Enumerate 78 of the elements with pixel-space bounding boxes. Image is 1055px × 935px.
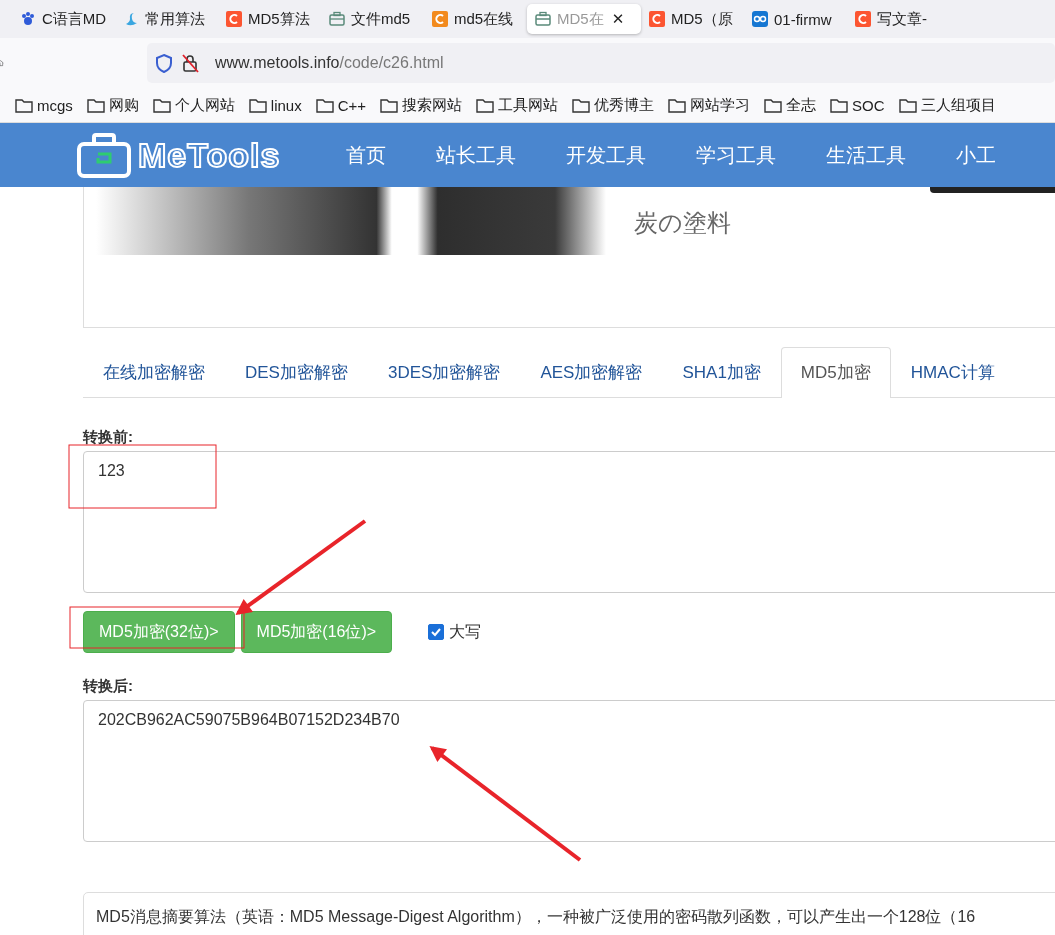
tab[interactable]: AES加密解密 [520,347,663,397]
nav-link[interactable]: 生活工具 [826,141,907,169]
browser-tab[interactable]: md5在线 [424,4,527,34]
tab[interactable]: DES加密解密 [225,347,368,397]
close-icon[interactable]: ✕ [611,10,625,28]
folder-icon [248,97,267,113]
address-bar[interactable]: www.metools.info/code/c26.html [147,43,1055,83]
folder-icon [764,97,783,113]
tab-title: 写文章- [877,9,927,29]
folder-icon [86,97,105,113]
folder-icon [830,97,849,113]
output-textarea[interactable]: 202CB962AC59075B964B07152D234B70 [83,700,1055,842]
infinity-icon [752,11,768,27]
paw-icon [20,11,36,27]
logo-text: MeTools [138,135,281,175]
browser-tab[interactable]: 文件md5 [321,4,424,34]
folder-icon [898,97,917,113]
folder-icon [315,97,334,113]
folder-icon [668,97,687,113]
browser-tab[interactable]: 常用算法 [115,4,218,34]
bookmark-item[interactable]: SOC [830,96,885,114]
bookmark-item[interactable]: 优秀博主 [572,95,655,115]
folder-icon [152,97,171,113]
nav-link[interactable]: 小工 [956,141,997,169]
tab[interactable]: HMAC计算 [890,347,1015,397]
description-text: MD5消息摘要算法（英语：MD5 Message-Digest Algorithm），一种被广泛使用的密码散列函数，可以产生出一个128位（16 [96,908,976,925]
folder-icon [476,97,495,113]
folder-icon [15,97,33,113]
browser-tab[interactable]: C语言MD [12,4,115,34]
tab-title: MD5算法 [248,9,310,29]
bookmark-item[interactable]: 工具网站 [476,95,559,115]
ad-caption: 炭の塗料 [634,208,731,238]
c-logo-icon [855,11,871,27]
shield-icon [155,53,173,73]
browser-tab[interactable]: MD5（原 [641,4,744,34]
toolbox-logo-icon [76,132,132,178]
bookmark-item[interactable]: 网购 [86,95,139,115]
nav-link[interactable]: 学习工具 [696,141,777,169]
input-textarea[interactable]: 123 [83,451,1055,593]
nav-link[interactable]: 站长工具 [436,141,517,169]
tab-title: 01-firmw [774,10,832,28]
tab[interactable]: 3DES加密解密 [367,347,521,397]
crossed-lock-icon [181,53,199,73]
bookmark-item[interactable]: 个人网站 [152,95,235,115]
url-text: www.metools.info/code/c26.html [215,54,444,72]
browser-tab[interactable]: 写文章- [847,4,950,34]
c-logo-icon [432,11,448,27]
tab-title: md5在线 [454,9,514,29]
bookmark-item[interactable]: mcgs [15,96,73,114]
tab-title: MD5在 [557,9,604,29]
bookmark-item[interactable]: 三人组项目 [898,95,996,115]
checkbox[interactable] [428,624,445,640]
tab[interactable]: 在线加密解密 [83,347,225,397]
tab[interactable]: MD5加密 [780,347,891,398]
nav-link[interactable]: 开发工具 [566,141,647,169]
browser-tab[interactable]: 01-firmw [744,4,847,34]
browser-tab[interactable]: MD5在 ✕ [527,4,641,34]
bookmark-item[interactable]: 搜索网站 [380,95,463,115]
checkbox-label: 大写 [449,621,482,642]
folder-icon [380,97,399,113]
c-logo-icon [649,11,665,27]
toolbox-icon [535,11,551,27]
tab-title: C语言MD [42,9,107,29]
field-label: 转换前: [83,428,134,447]
field-label: 转换后: [83,677,134,696]
bookmark-item[interactable]: 网站学习 [668,95,751,115]
tab-title: 常用算法 [145,9,205,29]
nav-link[interactable]: 首页 [346,141,387,169]
browser-tab[interactable]: MD5算法 [218,4,321,34]
tab[interactable]: SHA1加密 [662,347,781,397]
bookmark-item[interactable]: C++ [315,96,367,114]
tab-title: 文件md5 [351,9,411,29]
tab-title: MD5（原 [671,9,733,29]
toolbox-icon [329,11,345,27]
c-logo-icon [226,11,242,27]
folder-icon [572,97,591,113]
bookmark-item[interactable]: 全志 [764,95,817,115]
bookmark-item[interactable]: linux [248,96,302,114]
